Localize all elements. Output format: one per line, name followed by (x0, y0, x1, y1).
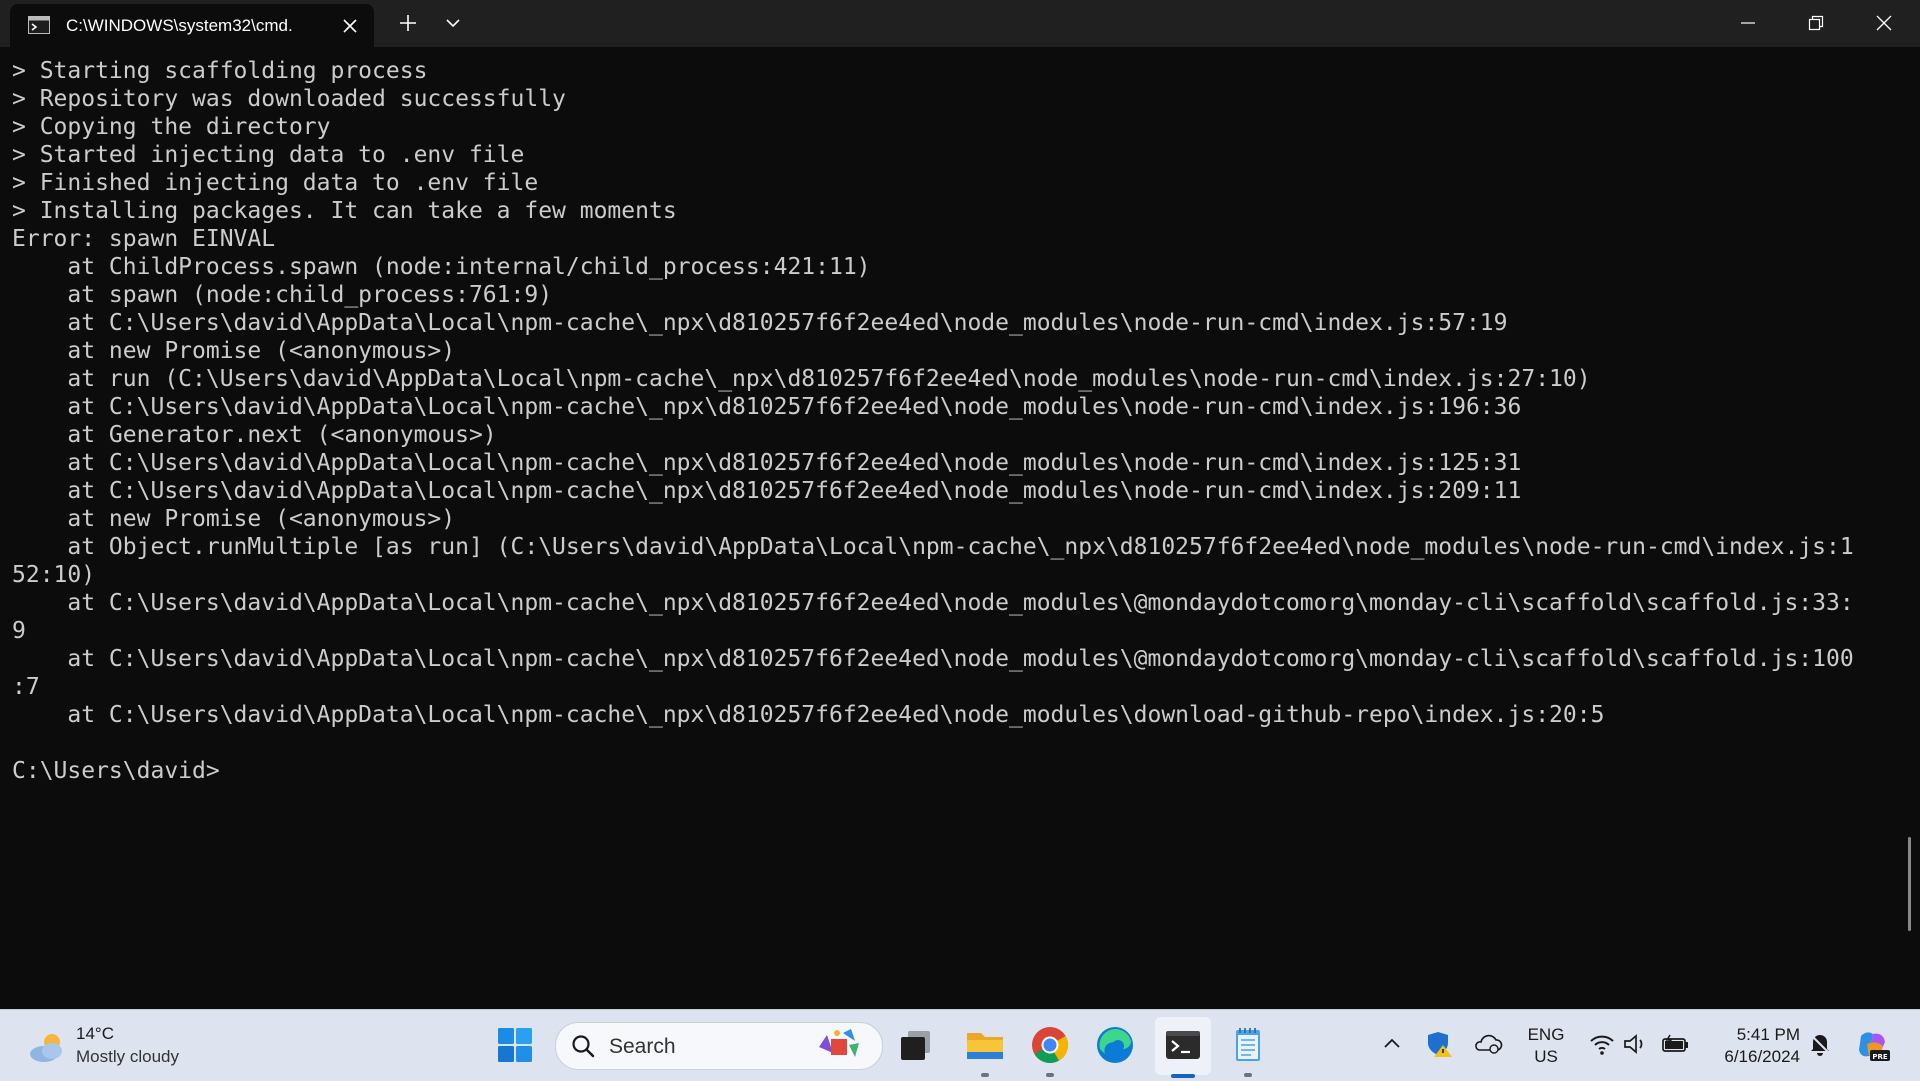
windows-start-icon (498, 1028, 532, 1062)
copilot-button[interactable]: PRE (1853, 1026, 1891, 1069)
restore-icon (1808, 15, 1824, 31)
tab-title: C:\WINDOWS\system32\cmd. (66, 16, 293, 35)
weather-temp: 14°C (76, 1024, 114, 1043)
battery-tray-button[interactable] (1660, 1031, 1690, 1062)
minimize-button[interactable] (1714, 0, 1782, 47)
tab-close-icon[interactable] (338, 14, 362, 38)
notepad-button[interactable] (1224, 1021, 1272, 1069)
svg-text:PRE: PRE (1872, 1053, 1888, 1061)
close-icon (1876, 15, 1892, 31)
defender-tray-button[interactable] (1425, 1029, 1455, 1064)
chevron-up-icon (1384, 1038, 1400, 1048)
network-tray-button[interactable] (1588, 1031, 1616, 1062)
system-clock[interactable]: 5:41 PM 6/16/2024 (1700, 1024, 1800, 1068)
notepad-running-indicator (1244, 1073, 1252, 1077)
close-button[interactable] (1850, 0, 1918, 47)
task-view-button[interactable] (891, 1021, 939, 1069)
clock-time: 5:41 PM (1736, 1025, 1800, 1044)
task-view-icon (901, 1031, 930, 1060)
onedrive-tray-button[interactable] (1473, 1031, 1503, 1062)
partly-cloudy-icon (30, 1034, 62, 1062)
cmd-icon (28, 16, 50, 34)
region-code: US (1534, 1047, 1558, 1066)
copilot-icon: PRE (1859, 1032, 1890, 1061)
onedrive-icon (1475, 1034, 1503, 1054)
new-tab-button[interactable] (393, 9, 423, 37)
terminal-button[interactable] (1159, 1021, 1207, 1069)
scrollbar-thumb[interactable] (1908, 837, 1911, 931)
tab-cmd[interactable]: C:\WINDOWS\system32\cmd. (10, 4, 374, 47)
weather-condition: Mostly cloudy (76, 1047, 179, 1066)
search-icon (572, 1035, 595, 1058)
volume-icon (1624, 1034, 1643, 1054)
battery-icon (1662, 1034, 1688, 1052)
windows-start-button[interactable] (491, 1021, 539, 1069)
terminal-output-area[interactable]: > Starting scaffolding process > Reposit… (0, 47, 1920, 1009)
chrome-button[interactable] (1026, 1021, 1074, 1069)
restore-button[interactable] (1782, 0, 1850, 47)
chrome-running-indicator (1046, 1073, 1054, 1077)
volume-tray-button[interactable] (1622, 1031, 1650, 1062)
search-highlight-icon (819, 1029, 859, 1057)
tab-dropdown-button[interactable] (438, 9, 468, 37)
clock-date: 6/16/2024 (1724, 1047, 1800, 1066)
terminal-text[interactable]: > Starting scaffolding process > Reposit… (12, 57, 1854, 785)
taskbar: 14°C Mostly cloudy Search ENG US 5:41 PM… (0, 1009, 1920, 1081)
terminal-icon (1166, 1031, 1200, 1059)
show-hidden-icons-button[interactable] (1380, 1032, 1404, 1061)
notepad-icon (1236, 1028, 1260, 1061)
edge-icon (1097, 1027, 1133, 1063)
weather-widget[interactable]: 14°C Mostly cloudy (24, 1022, 224, 1070)
file-explorer-icon (967, 1033, 1003, 1059)
language-code: ENG (1527, 1025, 1565, 1044)
chrome-icon (1032, 1027, 1068, 1064)
search-input[interactable]: Search (555, 1022, 883, 1070)
title-bar: C:\WINDOWS\system32\cmd. (0, 0, 1920, 47)
wifi-icon (1590, 1035, 1614, 1055)
terminal-active-indicator (1171, 1074, 1195, 1078)
notification-icon (1809, 1033, 1831, 1056)
file-explorer-button[interactable] (961, 1021, 1009, 1069)
chevron-down-icon (446, 19, 460, 28)
notification-center-button[interactable] (1806, 1030, 1834, 1063)
explorer-running-indicator (981, 1073, 989, 1077)
input-language-indicator[interactable]: ENG US (1525, 1024, 1567, 1068)
minimize-icon (1741, 22, 1755, 24)
edge-button[interactable] (1091, 1021, 1139, 1069)
plus-icon (400, 15, 416, 31)
defender-shield-icon (1428, 1032, 1452, 1057)
search-placeholder: Search (609, 1035, 676, 1058)
